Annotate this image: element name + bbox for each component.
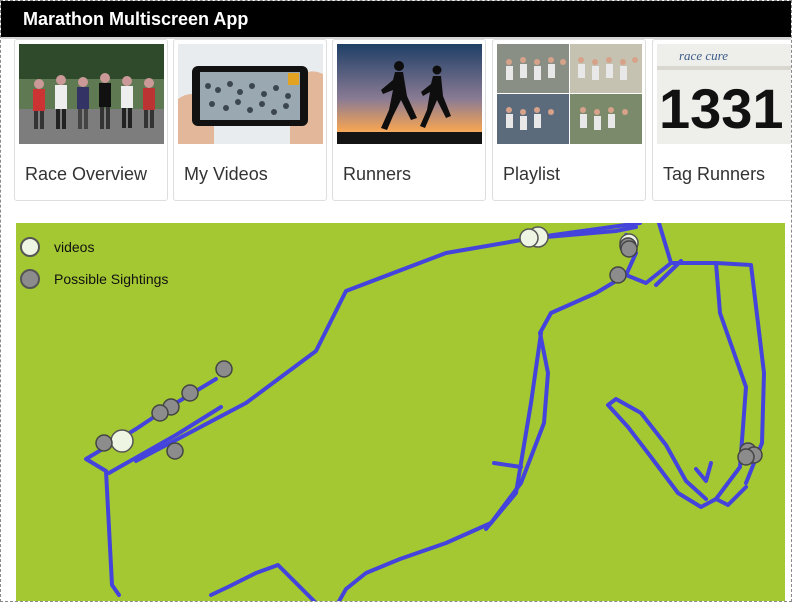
map-legend: videos Possible Sightings <box>20 231 168 295</box>
tile-race-overview[interactable]: Race Overview <box>14 39 168 201</box>
legend-sightings-icon <box>20 269 40 289</box>
legend-item-videos: videos <box>20 231 168 263</box>
sighting-marker[interactable] <box>181 384 199 402</box>
legend-item-possible-sightings: Possible Sightings <box>20 263 168 295</box>
tile-label: My Videos <box>184 164 268 184</box>
video-marker[interactable] <box>519 228 539 248</box>
runners-thumbnail <box>337 44 482 144</box>
sighting-marker[interactable] <box>151 404 169 422</box>
tile-label: Tag Runners <box>663 164 766 184</box>
tile-label: Runners <box>343 164 412 184</box>
sighting-marker[interactable] <box>737 448 755 466</box>
tag-runners-thumbnail: race cure 1331 <box>657 44 791 144</box>
sighting-marker[interactable] <box>166 442 184 460</box>
race-overview-thumbnail <box>19 44 164 144</box>
playlist-thumbnail <box>497 44 642 144</box>
tile-my-videos[interactable]: My Videos <box>173 39 327 201</box>
sighting-marker[interactable] <box>215 360 233 378</box>
tile-runners[interactable]: Runners <box>332 39 486 201</box>
bib-brand-text: race cure <box>679 48 728 63</box>
sighting-marker[interactable] <box>95 434 113 452</box>
bib-number: 1331 <box>659 77 784 140</box>
legend-label: Possible Sightings <box>54 271 169 287</box>
sighting-marker[interactable] <box>620 240 638 258</box>
video-marker[interactable] <box>110 429 134 453</box>
sighting-marker[interactable] <box>609 266 627 284</box>
tile-label: Race Overview <box>25 164 148 184</box>
app-title: Marathon Multiscreen App <box>23 9 249 29</box>
title-bar: Marathon Multiscreen App <box>1 1 791 39</box>
tile-label: Playlist <box>503 164 561 184</box>
legend-videos-icon <box>20 237 40 257</box>
race-map[interactable]: videos Possible Sightings <box>16 223 785 601</box>
legend-label: videos <box>54 239 95 255</box>
tile-tag-runners[interactable]: race cure 1331 Tag Runners <box>652 39 791 201</box>
tile-playlist[interactable]: Playlist <box>492 39 646 201</box>
my-videos-thumbnail <box>178 44 323 144</box>
app-window: Marathon Multiscreen App Race Overview M… <box>0 0 792 602</box>
